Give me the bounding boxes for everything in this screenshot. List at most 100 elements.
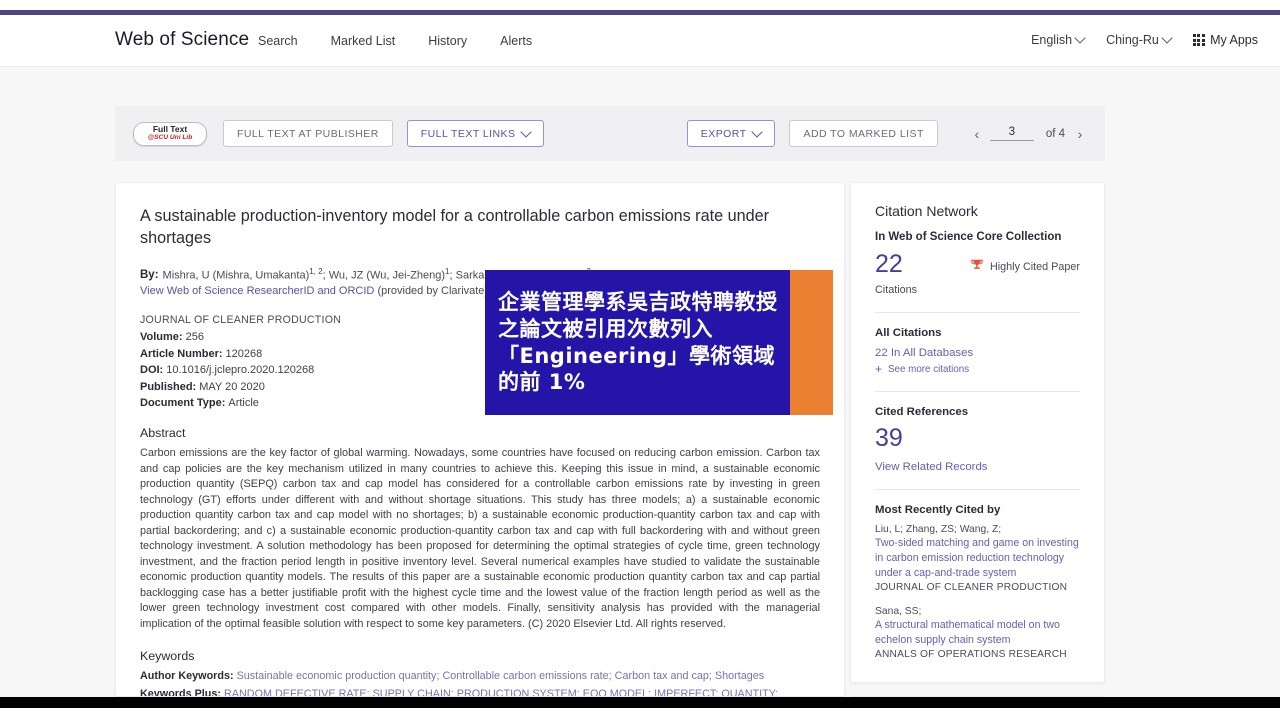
- current-record-input[interactable]: 3: [990, 126, 1034, 141]
- previous-record-icon[interactable]: ‹: [968, 125, 986, 143]
- record-pager: ‹ 3 of 4 ›: [968, 125, 1089, 143]
- citations-block: 22 Citations: [875, 252, 917, 296]
- meta-volume-value: 256: [186, 331, 204, 343]
- keywords-plus-label: Keywords Plus:: [140, 688, 221, 697]
- add-to-marked-list-button[interactable]: ADD TO MARKED LIST: [789, 120, 937, 147]
- by-label: By:: [140, 269, 159, 281]
- citations-count[interactable]: 22: [875, 252, 917, 277]
- cited-by-title[interactable]: Two-sided matching and game on investing…: [875, 536, 1080, 581]
- full-text-scu-badge[interactable]: Full Text @SCU Uni Lib: [133, 122, 207, 146]
- page-title: A sustainable production-inventory model…: [140, 205, 820, 250]
- my-apps-label: My Apps: [1210, 33, 1258, 47]
- toolbar-right-cluster: EXPORT ADD TO MARKED LIST ‹ 3 of 4 ›: [687, 120, 1105, 147]
- author-affiliation-ref-1: 1, 2: [309, 267, 322, 276]
- meta-document-type-value: Article: [228, 397, 259, 409]
- meta-document-type-label: Document Type:: [140, 397, 225, 409]
- author-affiliation-ref-2: 1: [445, 267, 449, 276]
- overlay-blue-panel: 企業管理學系吳吉政特聘教授之論文被引用次數列入「Engineering」學術領域…: [485, 270, 790, 415]
- overlay-announcement-text: 企業管理學系吳吉政特聘教授之論文被引用次數列入「Engineering」學術領域…: [485, 289, 790, 397]
- main-navigation: Search Marked List History Alerts: [258, 34, 532, 48]
- export-label: EXPORT: [701, 128, 747, 140]
- keywords-plus-value[interactable]: RANDOM DEFECTIVE RATE; SUPPLY CHAIN; PRO…: [140, 688, 778, 697]
- record-total-label: of 4: [1046, 128, 1065, 140]
- divider: [875, 312, 1080, 313]
- meta-doi-value: 10.1016/j.jclepro.2020.120268: [166, 364, 314, 376]
- see-more-citations-button[interactable]: + See more citations: [875, 363, 1080, 375]
- keywords-heading: Keywords: [140, 649, 820, 663]
- chevron-down-icon: [752, 126, 763, 137]
- my-apps-button[interactable]: My Apps: [1193, 33, 1258, 47]
- meta-published-label: Published:: [140, 381, 196, 393]
- grid-icon: [1193, 34, 1205, 46]
- nav-item-history[interactable]: History: [428, 34, 467, 48]
- full-text-at-publisher-label: FULL TEXT AT PUBLISHER: [237, 128, 379, 140]
- citations-label: Citations: [875, 284, 917, 296]
- meta-article-number-label: Article Number:: [140, 348, 223, 360]
- highly-cited-paper-badge: Highly Cited Paper: [970, 258, 1080, 275]
- divider: [875, 391, 1080, 392]
- author-name-1[interactable]: Mishra, U (Mishra, Umakanta): [163, 269, 310, 281]
- chevron-down-icon: [1161, 32, 1172, 43]
- orcid-provider-note: (provided by Clarivate): [377, 285, 488, 297]
- cited-by-authors: Liu, L; Zhang, ZS; Wang, Z;: [875, 524, 1080, 535]
- announcement-overlay-banner: 企業管理學系吳吉政特聘教授之論文被引用次數列入「Engineering」學術領域…: [485, 270, 833, 415]
- browser-top-strip: [0, 0, 1280, 10]
- cited-references-heading: Cited References: [875, 406, 1080, 418]
- abstract-text: Carbon emissions are the key factor of g…: [140, 446, 820, 632]
- language-label: English: [1031, 33, 1072, 47]
- meta-volume-label: Volume:: [140, 331, 183, 343]
- overlay-orange-accent: [790, 270, 833, 415]
- nav-item-search[interactable]: Search: [258, 34, 298, 48]
- researcherid-orcid-link[interactable]: View Web of Science ResearcherID and ORC…: [140, 285, 374, 297]
- author-keywords-label: Author Keywords:: [140, 670, 234, 682]
- citations-row: 22 Citations Highly Cited Paper: [875, 252, 1080, 296]
- author-keywords-value[interactable]: Sustainable economic production quantity…: [237, 670, 765, 682]
- see-more-citations-label: See more citations: [888, 364, 969, 375]
- meta-published-value: MAY 20 2020: [199, 381, 265, 393]
- list-item: Liu, L; Zhang, ZS; Wang, Z; Two-sided ma…: [875, 524, 1080, 593]
- full-text-links-button[interactable]: FULL TEXT LINKS: [407, 120, 545, 147]
- add-to-marked-list-label: ADD TO MARKED LIST: [803, 128, 923, 140]
- language-selector[interactable]: English: [1031, 33, 1084, 47]
- cited-by-title[interactable]: A structural mathematical model on two e…: [875, 618, 1080, 648]
- keywords-plus-row: Keywords Plus:RANDOM DEFECTIVE RATE; SUP…: [140, 687, 820, 697]
- record-detail-card: A sustainable production-inventory model…: [115, 182, 845, 697]
- bottom-white-strip: [0, 708, 1280, 720]
- core-collection-label: In Web of Science Core Collection: [875, 231, 1080, 243]
- record-toolbar: Full Text @SCU Uni Lib FULL TEXT AT PUBL…: [115, 106, 1105, 161]
- cited-by-journal: JOURNAL OF CLEANER PRODUCTION: [875, 582, 1080, 593]
- view-related-records-link[interactable]: View Related Records: [875, 461, 1080, 473]
- full-text-at-publisher-button[interactable]: FULL TEXT AT PUBLISHER: [223, 120, 393, 147]
- plus-icon: +: [875, 363, 882, 375]
- full-text-links-label: FULL TEXT LINKS: [421, 128, 516, 140]
- page-root: Web of Science Search Marked List Histor…: [0, 15, 1280, 697]
- header-right-cluster: English Ching-Ru My Apps: [1031, 33, 1258, 47]
- cited-references-count[interactable]: 39: [875, 426, 1080, 451]
- list-item: Sana, SS; A structural mathematical mode…: [875, 606, 1080, 660]
- brand-logo[interactable]: Web of Science: [115, 29, 249, 51]
- abstract-heading: Abstract: [140, 426, 820, 440]
- next-record-icon[interactable]: ›: [1071, 125, 1089, 143]
- trophy-icon: [970, 258, 984, 275]
- most-recently-cited-heading: Most Recently Cited by: [875, 504, 1080, 516]
- user-name-label: Ching-Ru: [1106, 33, 1159, 47]
- author-name-2[interactable]: Wu, JZ (Wu, Jei-Zheng): [329, 269, 445, 281]
- divider: [875, 489, 1080, 490]
- badge-line-1: Full Text: [153, 125, 187, 134]
- all-citations-heading: All Citations: [875, 327, 1080, 339]
- nav-item-marked-list[interactable]: Marked List: [331, 34, 396, 48]
- chevron-down-icon: [521, 126, 532, 137]
- cited-by-authors: Sana, SS;: [875, 606, 1080, 617]
- all-databases-link[interactable]: 22 In All Databases: [875, 347, 1080, 359]
- export-button[interactable]: EXPORT: [687, 120, 776, 147]
- bottom-black-bar: [0, 697, 1280, 708]
- nav-item-alerts[interactable]: Alerts: [500, 34, 532, 48]
- badge-line-2: @SCU Uni Lib: [148, 135, 193, 142]
- citation-network-title: Citation Network: [875, 203, 1080, 219]
- chevron-down-icon: [1074, 32, 1085, 43]
- author-keywords-row: Author Keywords:Sustainable economic pro…: [140, 669, 820, 685]
- user-menu[interactable]: Ching-Ru: [1106, 33, 1171, 47]
- meta-article-number-value: 120268: [226, 348, 263, 360]
- highly-cited-paper-label: Highly Cited Paper: [990, 261, 1080, 273]
- meta-doi-label: DOI:: [140, 364, 163, 376]
